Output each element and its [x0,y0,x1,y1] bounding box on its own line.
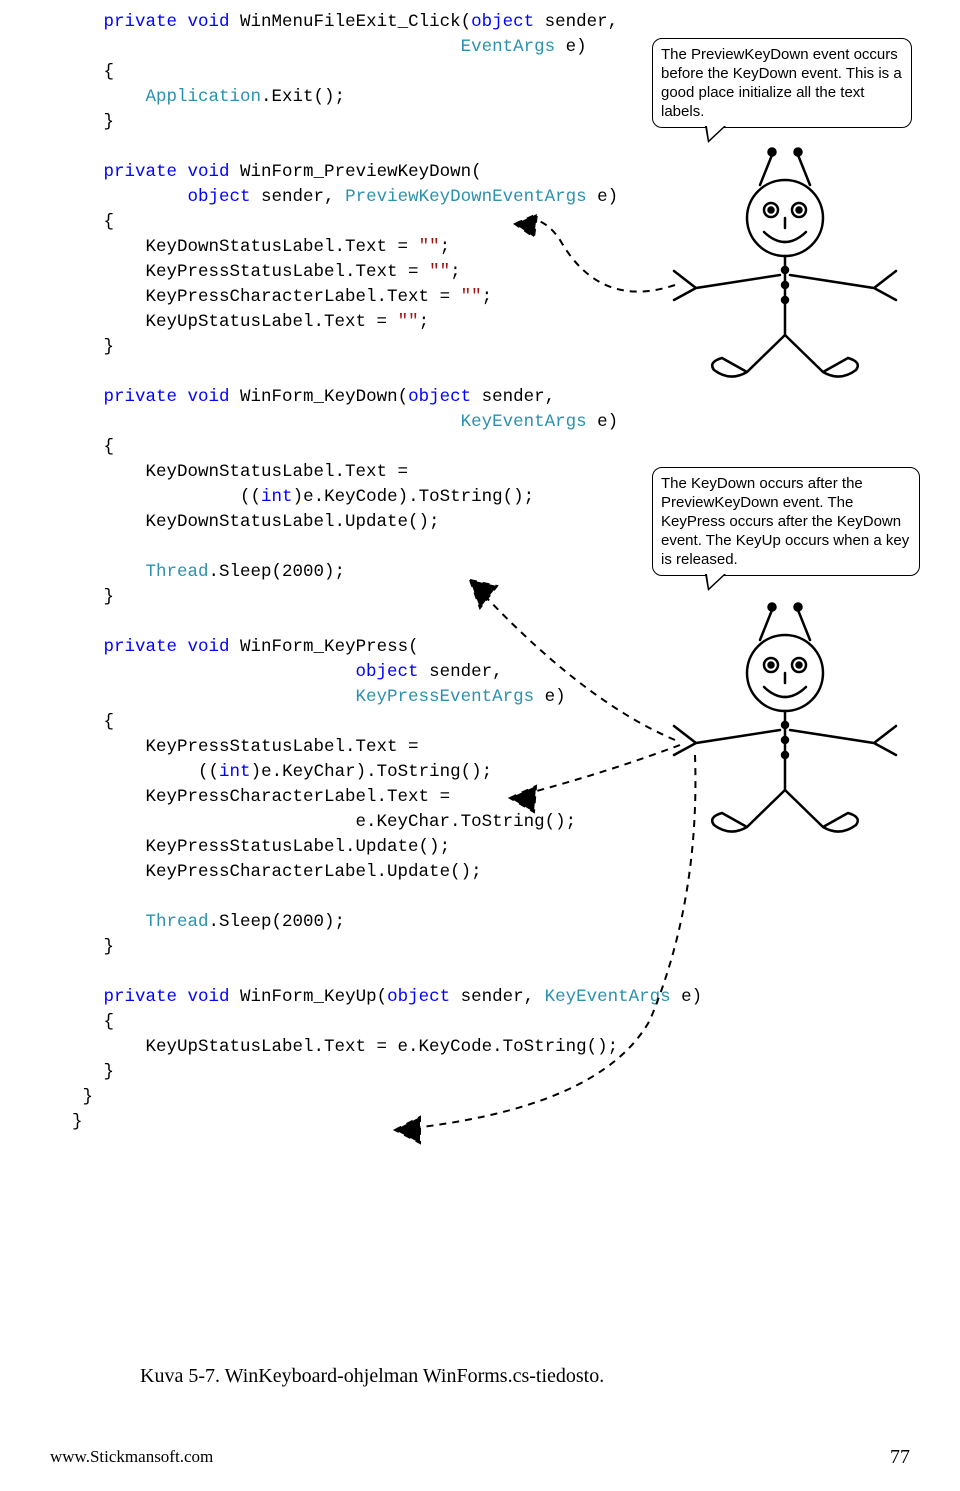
page-number: 77 [890,1446,910,1469]
page: private void WinMenuFileExit_Click(objec… [0,0,960,1491]
footer-url: www.Stickmansoft.com [50,1447,213,1467]
arrow-4 [0,0,960,1491]
figure-caption: Kuva 5-7. WinKeyboard-ohjelman WinForms.… [140,1365,604,1388]
